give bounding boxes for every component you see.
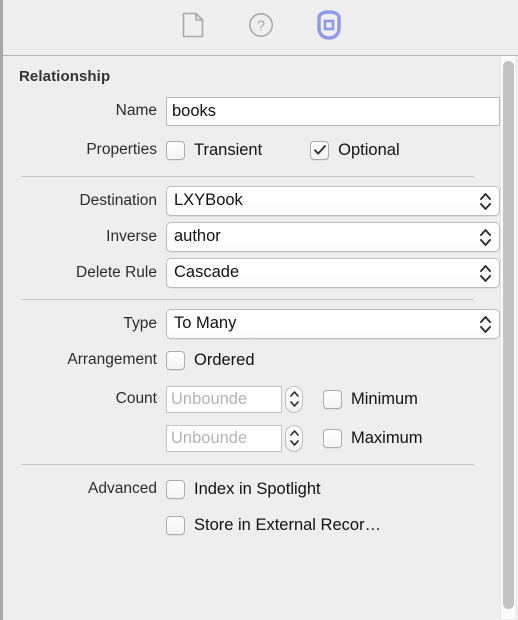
arrangement-label: Arrangement xyxy=(67,351,157,368)
transient-label: Transient xyxy=(194,140,263,159)
destination-select[interactable]: LXYBook xyxy=(166,186,500,216)
relationship-inspector-icon xyxy=(315,10,343,45)
section-title: Relationship xyxy=(19,68,111,85)
inverse-row: Inverse author xyxy=(3,222,518,252)
count-label: Count xyxy=(115,390,157,407)
type-value: To Many xyxy=(174,314,237,333)
svg-text:?: ? xyxy=(256,19,264,35)
inspector-panel: ? Relationship Name books Properties Tra… xyxy=(0,0,518,620)
delete-rule-select[interactable]: Cascade xyxy=(166,258,500,288)
destination-label: Destination xyxy=(79,192,157,209)
maximum-checkbox-group[interactable]: Maximum xyxy=(323,428,423,448)
delete-rule-label: Delete Rule xyxy=(76,264,157,281)
minimum-checkbox-group[interactable]: Minimum xyxy=(323,389,418,409)
index-in-spotlight-checkbox[interactable] xyxy=(166,479,185,499)
advanced-label: Advanced xyxy=(88,480,157,497)
count-maximum-input[interactable]: Unbounde xyxy=(166,424,282,452)
count-minimum-input[interactable]: Unbounde xyxy=(166,385,282,413)
destination-value: LXYBook xyxy=(174,191,243,210)
stepper-down-icon[interactable] xyxy=(289,401,299,407)
index-in-spotlight-checkbox-group[interactable]: Index in Spotlight xyxy=(166,479,321,499)
stepper-down-icon[interactable] xyxy=(289,440,299,446)
minimum-checkbox[interactable] xyxy=(323,389,342,409)
store-external-label: Store in External Recor… xyxy=(194,515,382,534)
index-in-spotlight-label: Index in Spotlight xyxy=(194,479,321,498)
transient-checkbox-group[interactable]: Transient xyxy=(166,140,263,160)
transient-checkbox[interactable] xyxy=(166,140,185,160)
inverse-select[interactable]: author xyxy=(166,222,500,252)
inspector-toolbar: ? xyxy=(3,0,518,56)
destination-row: Destination LXYBook xyxy=(3,186,518,216)
quick-help-button[interactable]: ? xyxy=(241,11,281,45)
minimum-label: Minimum xyxy=(351,389,418,408)
question-mark-circle-icon: ? xyxy=(248,12,274,43)
type-label: Type xyxy=(123,315,157,332)
checkmark-icon xyxy=(313,145,326,155)
type-select[interactable]: To Many xyxy=(166,309,500,339)
count-maximum-spacer xyxy=(3,429,166,447)
inspector-content: Relationship Name books Properties Trans… xyxy=(3,56,518,619)
vertical-scrollbar[interactable] xyxy=(500,56,515,619)
inverse-label: Inverse xyxy=(106,228,157,245)
store-external-row: Store in External Recor… xyxy=(3,510,518,540)
arrangement-row: Arrangement Ordered xyxy=(3,345,518,375)
chevron-updown-icon xyxy=(480,315,491,333)
stepper-up-icon[interactable] xyxy=(289,430,299,436)
file-inspector-icon xyxy=(182,12,204,43)
maximum-label: Maximum xyxy=(351,428,423,447)
properties-row: Properties Transient Optional xyxy=(3,135,518,165)
store-external-spacer xyxy=(3,516,166,534)
optional-checkbox-group[interactable]: Optional xyxy=(310,140,400,160)
advanced-row: Advanced Index in Spotlight xyxy=(3,474,518,504)
chevron-updown-icon xyxy=(480,192,491,210)
type-row: Type To Many xyxy=(3,309,518,339)
delete-rule-value: Cascade xyxy=(174,263,240,282)
count-minimum-stepper[interactable] xyxy=(285,385,303,413)
name-input[interactable]: books xyxy=(166,96,500,126)
delete-rule-row: Delete Rule Cascade xyxy=(3,258,518,288)
name-label: Name xyxy=(115,102,157,119)
count-minimum-row: Count Unbounde Minimum xyxy=(3,384,518,414)
ordered-checkbox-group[interactable]: Ordered xyxy=(166,350,255,370)
store-external-checkbox[interactable] xyxy=(166,515,185,535)
scrollbar-thumb[interactable] xyxy=(503,61,514,609)
name-row: Name books xyxy=(3,96,518,126)
properties-label: Properties xyxy=(86,141,157,158)
optional-label: Optional xyxy=(338,140,400,159)
store-external-checkbox-group[interactable]: Store in External Recor… xyxy=(166,515,382,535)
ordered-label: Ordered xyxy=(194,350,255,369)
chevron-updown-icon xyxy=(480,264,491,282)
count-maximum-row: Unbounde Maximum xyxy=(3,423,518,453)
optional-checkbox[interactable] xyxy=(310,140,330,160)
chevron-updown-icon xyxy=(480,228,491,246)
data-model-inspector-button[interactable] xyxy=(309,10,349,45)
maximum-checkbox[interactable] xyxy=(323,428,342,448)
stepper-up-icon[interactable] xyxy=(289,391,299,397)
file-inspector-button[interactable] xyxy=(173,11,213,45)
inverse-value: author xyxy=(174,227,221,246)
ordered-checkbox[interactable] xyxy=(166,350,185,370)
count-maximum-stepper[interactable] xyxy=(285,424,303,452)
